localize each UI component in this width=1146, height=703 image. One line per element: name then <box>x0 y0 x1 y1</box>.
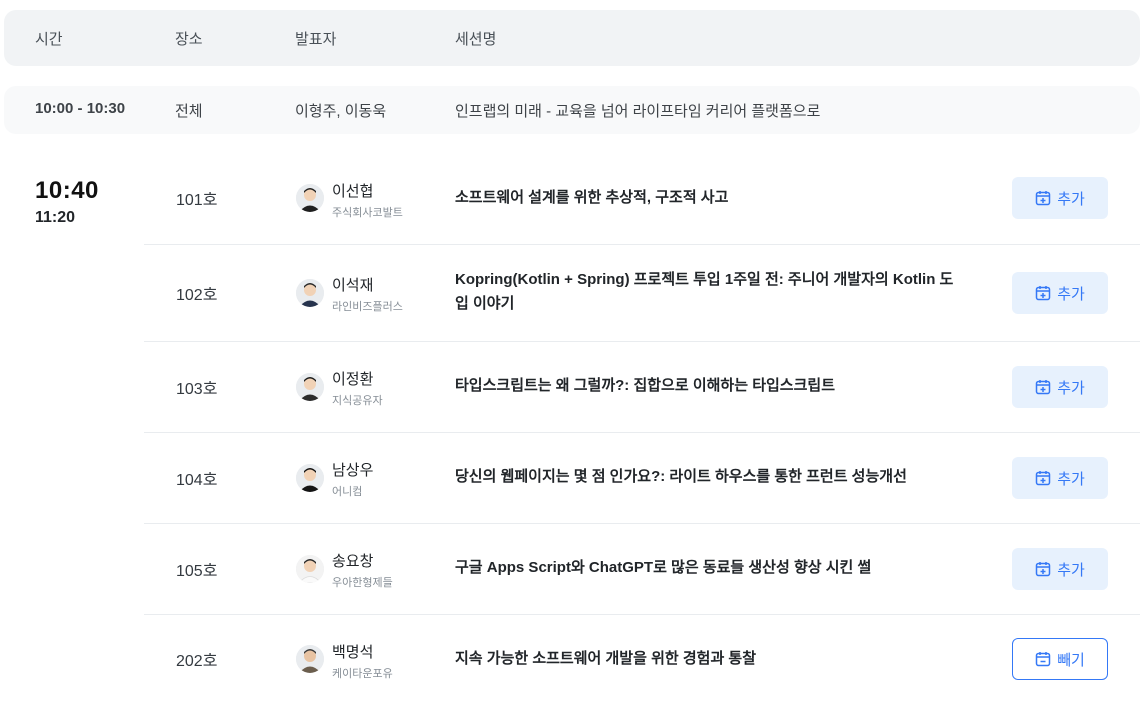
calendar-plus-icon <box>1035 286 1051 301</box>
keynote-time: 10:00 - 10:30 <box>35 100 126 117</box>
speaker-org: 케이타운포유 <box>332 668 393 680</box>
session-row: 202호 백명석 케이타운포유 지속 가능한 소프트웨어 개발을 위한 경험과 … <box>144 615 1140 703</box>
add-to-schedule-button[interactable]: 추가 <box>1012 366 1108 408</box>
speaker-avatar <box>296 555 324 583</box>
session-room: 105호 <box>176 563 218 580</box>
session-room: 202호 <box>176 653 218 670</box>
add-button-label: 추가 <box>1057 285 1085 303</box>
session-row: 102호 이석재 라인비즈플러스 Kopring(Kotlin + Spring… <box>144 245 1140 342</box>
speaker-org: 라인비즈플러스 <box>332 301 403 313</box>
session-row: 104호 남상우 어니컴 당신의 웹페이지는 몇 점 인가요?: 라이트 하우스… <box>144 433 1140 524</box>
remove-button-label: 빼기 <box>1057 651 1085 669</box>
speaker-org: 우아한형제들 <box>332 577 393 589</box>
keynote-place: 전체 <box>175 103 203 120</box>
session-title: 지속 가능한 소프트웨어 개발을 위한 경험과 통찰 <box>455 650 757 667</box>
add-to-schedule-button[interactable]: 추가 <box>1012 272 1108 314</box>
speaker-org: 어니컴 <box>332 486 363 498</box>
keynote-title: 인프랩의 미래 - 교육을 넘어 라이프타임 커리어 플랫폼으로 <box>455 103 821 120</box>
speaker-name: 송요창 <box>332 553 374 570</box>
session-title: 소프트웨어 설계를 위한 추상적, 구조적 사고 <box>455 189 729 206</box>
add-to-schedule-button[interactable]: 추가 <box>1012 457 1108 499</box>
calendar-plus-icon <box>1035 191 1051 206</box>
table-header: 시간 장소 발표자 세션명 <box>4 10 1140 66</box>
add-button-label: 추가 <box>1057 190 1085 208</box>
add-button-label: 추가 <box>1057 470 1085 488</box>
speaker-name: 이석재 <box>332 277 374 294</box>
add-to-schedule-button[interactable]: 추가 <box>1012 177 1108 219</box>
calendar-plus-icon <box>1035 380 1051 395</box>
speaker-avatar <box>296 464 324 492</box>
speaker-name: 이선협 <box>332 183 374 200</box>
add-to-schedule-button[interactable]: 추가 <box>1012 548 1108 590</box>
keynote-row: 10:00 - 10:30 전체 이형주, 이동욱 인프랩의 미래 - 교육을 … <box>4 86 1140 134</box>
add-button-label: 추가 <box>1057 379 1085 397</box>
session-room: 101호 <box>176 192 218 209</box>
speaker-avatar <box>296 645 324 673</box>
speaker-name: 백명석 <box>332 644 374 661</box>
session-row: 103호 이정환 지식공유자 타입스크립트는 왜 그럴까?: 집합으로 이해하는… <box>144 342 1140 433</box>
speaker-org: 지식공유자 <box>332 395 383 407</box>
speaker-org: 주식회사코발트 <box>332 207 403 219</box>
header-place: 장소 <box>175 31 203 48</box>
calendar-plus-icon <box>1035 562 1051 577</box>
keynote-speakers: 이형주, 이동욱 <box>295 103 387 120</box>
speaker-name: 이정환 <box>332 371 374 388</box>
header-time: 시간 <box>35 31 63 48</box>
session-title: Kopring(Kotlin + Spring) 프로젝트 투입 1주일 전: … <box>455 271 954 312</box>
session-room: 102호 <box>176 287 218 304</box>
session-row: 101호 이선협 주식회사코발트 소프트웨어 설계를 위한 추상적, 구조적 사… <box>144 152 1140 245</box>
header-session: 세션명 <box>455 31 497 48</box>
header-speaker: 발표자 <box>295 31 337 48</box>
add-button-label: 추가 <box>1057 561 1085 579</box>
calendar-plus-icon <box>1035 471 1051 486</box>
session-room: 103호 <box>176 381 218 398</box>
calendar-minus-icon <box>1035 652 1051 667</box>
speaker-avatar <box>296 184 324 212</box>
speaker-avatar <box>296 279 324 307</box>
speaker-name: 남상우 <box>332 462 374 479</box>
session-title: 당신의 웹페이지는 몇 점 인가요?: 라이트 하우스를 통한 프런트 성능개선 <box>455 468 907 485</box>
remove-from-schedule-button[interactable]: 빼기 <box>1012 638 1108 680</box>
session-title: 구글 Apps Script와 ChatGPT로 많은 동료들 생산성 향상 시… <box>455 559 872 576</box>
slot-end-time: 11:20 <box>35 209 76 226</box>
session-timetable: 시간 장소 발표자 세션명 10:00 - 10:30 전체 이형주, 이동욱 … <box>0 0 1146 703</box>
speaker-avatar <box>296 373 324 401</box>
session-room: 104호 <box>176 472 218 489</box>
session-row: 105호 송요창 우아한형제들 구글 Apps Script와 ChatGPT로… <box>144 524 1140 615</box>
slot-start-time: 10:40 <box>35 177 99 204</box>
session-title: 타입스크립트는 왜 그럴까?: 집합으로 이해하는 타입스크립트 <box>455 377 835 394</box>
